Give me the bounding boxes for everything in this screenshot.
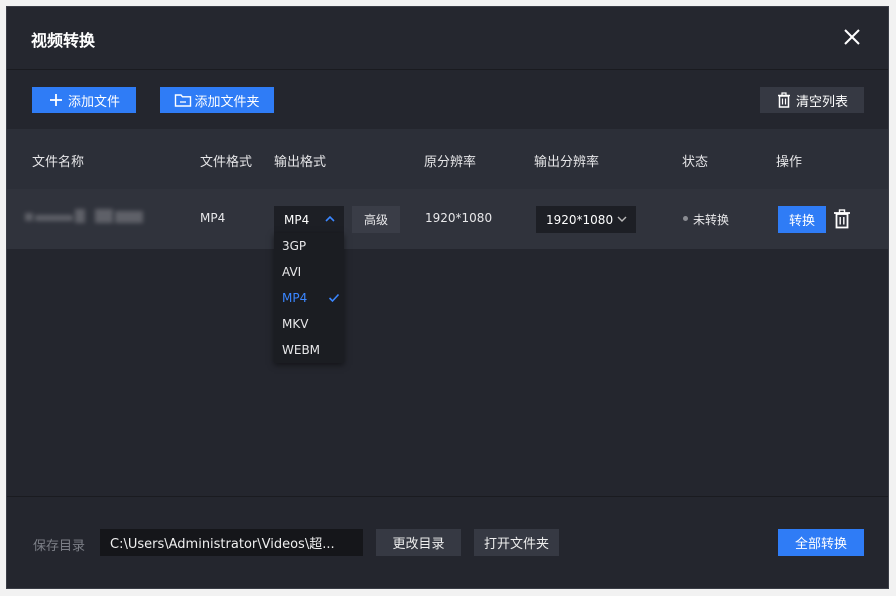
column-header-file-name: 文件名称 — [32, 155, 85, 170]
original-resolution-value: 1920*1080 — [425, 211, 493, 225]
save-dir-label: 保存目录 — [33, 539, 86, 554]
file-name-blurred — [25, 209, 145, 225]
column-header-output-format: 输出格式 — [274, 155, 327, 170]
video-convert-dialog: 视频转换 添加文件 添加文件夹 清空列表 文件名称 文件格式 输出格式 原分辨率… — [6, 6, 889, 589]
delete-row-icon[interactable] — [833, 209, 851, 229]
table-row: MP4 MP4 高级 1920*1080 1920*1080 未转换 转换 — [7, 189, 888, 249]
chevron-down-icon — [616, 213, 628, 225]
format-option-webm[interactable]: WEBM — [274, 337, 344, 363]
add-folder-button[interactable]: 添加文件夹 — [160, 87, 274, 113]
clear-list-button[interactable]: 清空列表 — [760, 87, 864, 113]
folder-icon — [174, 92, 192, 108]
file-format-value: MP4 — [200, 211, 226, 225]
convert-all-button[interactable]: 全部转换 — [778, 529, 864, 556]
status-dot-icon — [683, 216, 688, 221]
convert-button[interactable]: 转换 — [778, 206, 826, 233]
dialog-title: 视频转换 — [31, 31, 96, 50]
column-header-actions: 操作 — [776, 155, 803, 170]
format-option-mkv[interactable]: MKV — [274, 311, 344, 337]
save-path-field[interactable]: C:\Users\Administrator\Videos\超... — [100, 529, 363, 556]
format-option-mp4[interactable]: MP4 — [274, 285, 344, 311]
format-option-mp4-label: MP4 — [282, 291, 308, 305]
format-option-avi[interactable]: AVI — [274, 259, 344, 285]
table-header: 文件名称 文件格式 输出格式 原分辨率 输出分辨率 状态 操作 — [7, 129, 888, 189]
add-file-label: 添加文件 — [67, 94, 120, 110]
close-icon[interactable] — [842, 27, 862, 47]
open-folder-button[interactable]: 打开文件夹 — [474, 529, 559, 556]
check-icon — [328, 292, 340, 304]
advanced-button[interactable]: 高级 — [352, 206, 400, 233]
footer-divider — [7, 496, 888, 497]
add-file-button[interactable]: 添加文件 — [32, 87, 136, 113]
format-option-3gp[interactable]: 3GP — [274, 233, 344, 259]
add-folder-label: 添加文件夹 — [194, 94, 260, 110]
output-format-dropdown: 3GP AVI MP4 MKV WEBM — [274, 233, 344, 363]
column-header-original-resolution: 原分辨率 — [424, 155, 477, 170]
status-text: 未转换 — [693, 213, 730, 227]
output-resolution-value: 1920*1080 — [546, 212, 614, 227]
output-resolution-select[interactable]: 1920*1080 — [536, 206, 636, 233]
plus-icon — [48, 92, 64, 108]
title-bar: 视频转换 — [7, 7, 888, 70]
trash-icon — [776, 92, 792, 108]
column-header-status: 状态 — [682, 155, 709, 170]
column-header-file-format: 文件格式 — [200, 155, 253, 170]
change-dir-button[interactable]: 更改目录 — [376, 529, 461, 556]
output-format-select[interactable]: MP4 — [274, 206, 344, 233]
clear-list-label: 清空列表 — [795, 94, 848, 110]
output-format-value: MP4 — [284, 212, 310, 227]
chevron-up-icon — [324, 213, 336, 225]
column-header-output-resolution: 输出分辨率 — [534, 155, 600, 170]
